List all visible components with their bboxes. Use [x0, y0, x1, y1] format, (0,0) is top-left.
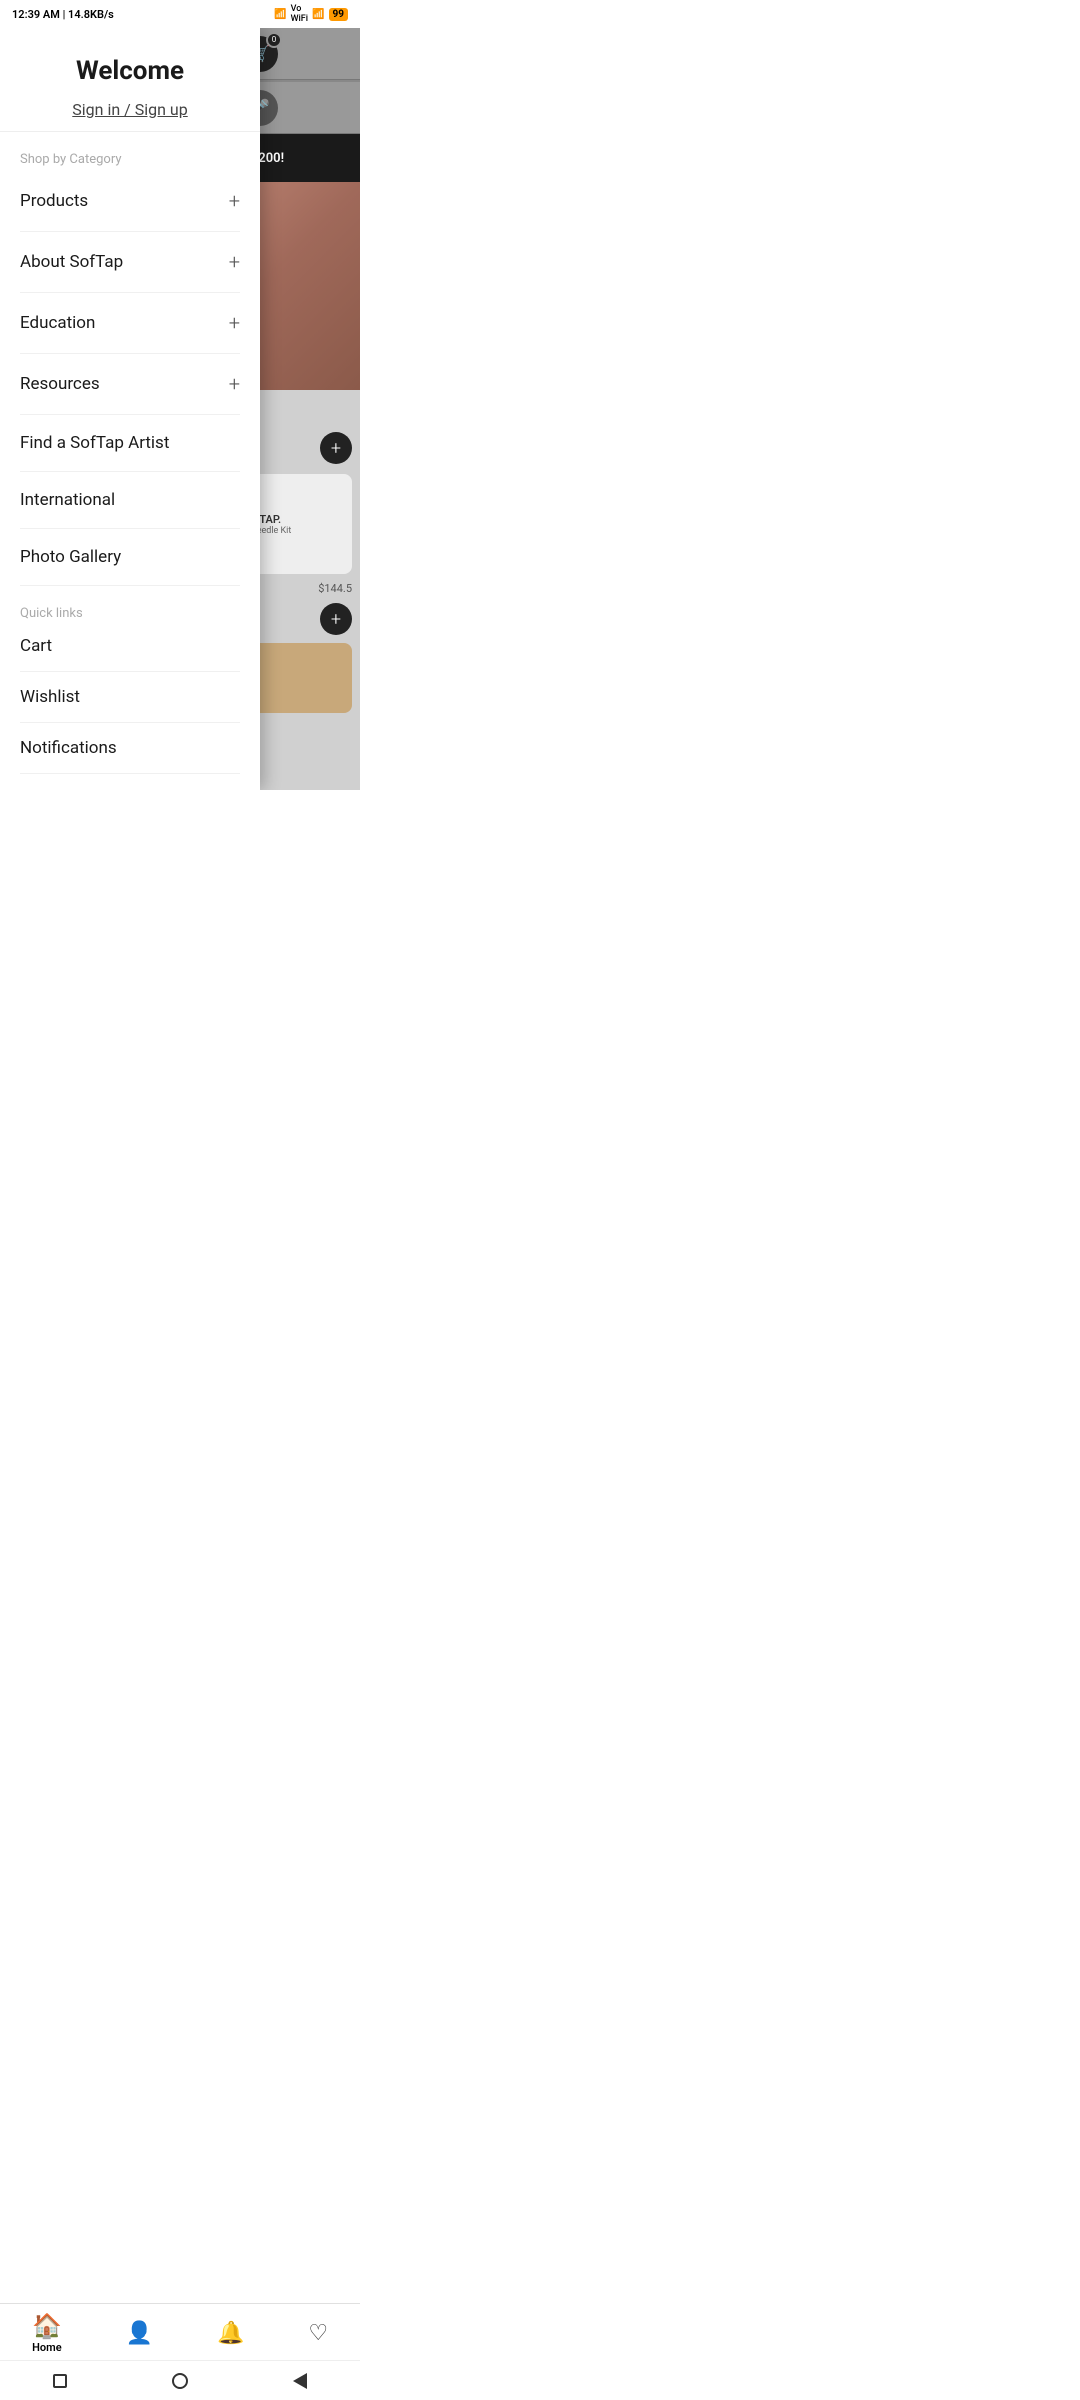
notification-icon: 🔔 [217, 2323, 244, 2345]
quick-links-section: Quick links Cart Wishlist Notifications … [0, 586, 260, 790]
signin-link[interactable]: Sign in / Sign up [20, 100, 240, 119]
nav-notifications[interactable]: 🔔 [217, 2323, 244, 2345]
menu-item-education-label: Education [20, 313, 95, 333]
nav-home[interactable]: 🏠 Home [32, 2314, 62, 2354]
wifi-icon: 📶 [312, 9, 324, 20]
back-triangle-icon [293, 2373, 307, 2389]
menu-item-about-softap[interactable]: About SofTap + [20, 232, 240, 293]
products-expand-icon: + [229, 189, 240, 213]
menu-item-international[interactable]: International [20, 472, 240, 529]
menu-item-about-label: About SofTap [20, 252, 123, 272]
signal-icon: 📶 [274, 9, 286, 20]
cart-label: Cart [20, 636, 52, 656]
page-wrapper: 🛒 0 🎤 er $200! ducts + [0, 28, 360, 790]
quick-link-notifications[interactable]: Notifications [20, 723, 240, 774]
sidebar-header: Welcome Sign in / Sign up [0, 28, 260, 132]
home-label: Home [32, 2341, 62, 2354]
battery-level: 99 [329, 8, 348, 21]
quick-link-cart[interactable]: Cart [20, 621, 240, 672]
wishlist-heart-icon: ♡ [308, 2323, 328, 2345]
category-section: Shop by Category Products + About SofTap… [0, 132, 260, 586]
photo-gallery-label: Photo Gallery [20, 547, 121, 567]
menu-item-photo-gallery[interactable]: Photo Gallery [20, 529, 240, 586]
quick-link-wishlist[interactable]: Wishlist [20, 672, 240, 723]
android-home-button[interactable] [160, 2366, 200, 2396]
international-label: International [20, 490, 115, 510]
notifications-label: Notifications [20, 738, 117, 758]
find-artist-label: Find a SofTap Artist [20, 433, 169, 453]
quick-link-about-us[interactable]: About us [20, 774, 240, 790]
menu-item-resources[interactable]: Resources + [20, 354, 240, 415]
account-icon: 👤 [126, 2323, 153, 2345]
add-product-button[interactable]: + [320, 432, 352, 464]
menu-item-products[interactable]: Products + [20, 171, 240, 232]
sidebar-drawer: Welcome Sign in / Sign up Shop by Catego… [0, 28, 260, 790]
android-back-button[interactable] [280, 2366, 320, 2396]
about-us-label: About us [20, 789, 88, 790]
bottom-nav: 🏠 Home 👤 🔔 ♡ [0, 2303, 360, 2360]
vo-wifi-label: VoWiFi [291, 4, 308, 24]
add-product-button-2[interactable]: + [320, 603, 352, 635]
cart-badge: 0 [266, 32, 282, 48]
menu-item-resources-label: Resources [20, 374, 100, 394]
recents-square-icon [53, 2374, 67, 2388]
status-bar: 12:39 AM | 14.8KB/s 📶 VoWiFi 📶 99 [0, 0, 360, 28]
status-time: 12:39 AM | 14.8KB/s [12, 8, 114, 21]
education-expand-icon: + [229, 311, 240, 335]
wishlist-label: Wishlist [20, 687, 80, 707]
home-circle-icon [172, 2373, 188, 2389]
resources-expand-icon: + [229, 372, 240, 396]
nav-account[interactable]: 👤 [126, 2323, 153, 2345]
menu-item-education[interactable]: Education + [20, 293, 240, 354]
shop-by-category-label: Shop by Category [20, 152, 240, 167]
nav-wishlist[interactable]: ♡ [308, 2323, 328, 2345]
android-recents-button[interactable] [40, 2366, 80, 2396]
about-expand-icon: + [229, 250, 240, 274]
quick-links-label: Quick links [20, 606, 240, 621]
menu-item-find-artist[interactable]: Find a SofTap Artist [20, 415, 240, 472]
menu-item-products-label: Products [20, 191, 88, 211]
status-right: 📶 VoWiFi 📶 99 [274, 4, 348, 24]
welcome-title: Welcome [20, 56, 240, 86]
android-nav-bar [0, 2360, 360, 2400]
home-icon: 🏠 [32, 2314, 62, 2338]
